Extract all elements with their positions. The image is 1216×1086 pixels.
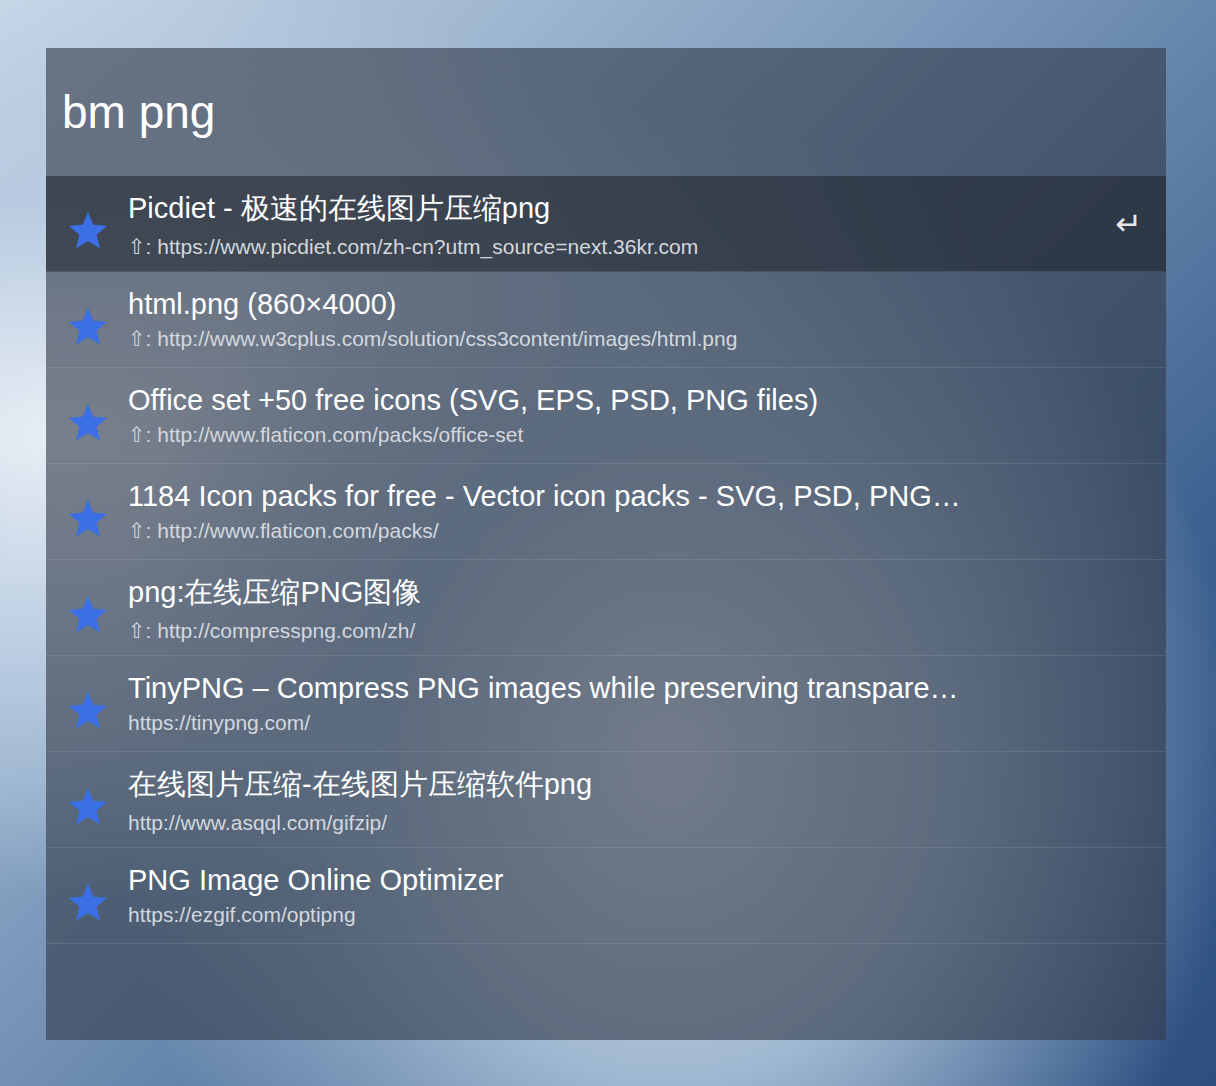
result-url: http://www.asqql.com/gifzip/ xyxy=(128,811,1142,835)
result-title: TinyPNG – Compress PNG images while pres… xyxy=(128,672,1142,705)
star-icon xyxy=(66,305,110,349)
result-url: ⇧: https://www.picdiet.com/zh-cn?utm_sou… xyxy=(128,235,1103,259)
result-url: https://ezgif.com/optipng xyxy=(128,903,1142,927)
result-row[interactable]: PNG Image Online Optimizer https://ezgif.… xyxy=(46,848,1166,944)
star-icon xyxy=(66,689,110,733)
result-row[interactable]: png:在线压缩PNG图像 ⇧: http://compresspng.com/z… xyxy=(46,560,1166,656)
enter-icon: ↵ xyxy=(1115,205,1142,243)
result-row[interactable]: 在线图片压缩-在线图片压缩软件png http://www.asqql.com/g… xyxy=(46,752,1166,848)
desktop-background: bm png Picdiet - 极速的在线图片压缩png ⇧: https://w… xyxy=(0,0,1216,1086)
result-title: 1184 Icon packs for free - Vector icon p… xyxy=(128,480,1142,513)
star-icon xyxy=(66,497,110,541)
result-title: Picdiet - 极速的在线图片压缩png xyxy=(128,189,1103,229)
result-title: Office set +50 free icons (SVG, EPS, PSD… xyxy=(128,384,1142,417)
result-row[interactable]: 1184 Icon packs for free - Vector icon p… xyxy=(46,464,1166,560)
result-url: https://tinypng.com/ xyxy=(128,711,1142,735)
result-url: ⇧: http://www.w3cplus.com/solution/css3c… xyxy=(128,327,1142,351)
result-url: ⇧: http://compresspng.com/zh/ xyxy=(128,619,1142,643)
star-icon xyxy=(66,785,110,829)
result-title: html.png (860×4000) xyxy=(128,288,1142,321)
launcher-panel: bm png Picdiet - 极速的在线图片压缩png ⇧: https://w… xyxy=(46,48,1166,1040)
query-field[interactable]: bm png xyxy=(46,48,1166,176)
result-row[interactable]: Picdiet - 极速的在线图片压缩png ⇧: https://www.pic… xyxy=(46,176,1166,272)
result-url: ⇧: http://www.flaticon.com/packs/ xyxy=(128,519,1142,543)
star-icon xyxy=(66,881,110,925)
star-icon xyxy=(66,401,110,445)
star-icon xyxy=(66,209,110,253)
star-icon xyxy=(66,593,110,637)
result-title: png:在线压缩PNG图像 xyxy=(128,573,1142,613)
result-title: PNG Image Online Optimizer xyxy=(128,864,1142,897)
result-url: ⇧: http://www.flaticon.com/packs/office-… xyxy=(128,423,1142,447)
result-title: 在线图片压缩-在线图片压缩软件png xyxy=(128,765,1142,805)
result-row[interactable]: Office set +50 free icons (SVG, EPS, PSD… xyxy=(46,368,1166,464)
result-row[interactable]: TinyPNG – Compress PNG images while pres… xyxy=(46,656,1166,752)
result-row[interactable]: html.png (860×4000) ⇧: http://www.w3cplus… xyxy=(46,272,1166,368)
